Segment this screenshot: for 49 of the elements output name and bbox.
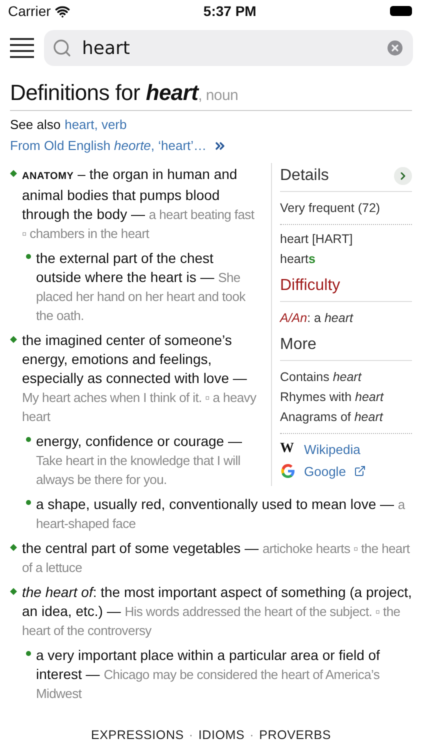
bullet-icon <box>26 500 31 505</box>
search-input[interactable]: heart <box>82 38 375 58</box>
diamond-bullet-icon <box>10 544 17 551</box>
external-link[interactable]: Google <box>304 464 346 478</box>
frequency-text: Very frequent (72) <box>280 200 382 217</box>
google-logo-icon <box>280 463 296 479</box>
clear-icon[interactable] <box>385 38 405 58</box>
difficulty-heading: Difficulty <box>280 277 340 295</box>
definition-text: the imagined center of someone’s energy, emotions and feelings, especially as connected with love — My heart aches when I think of it. ▫ a heavy heart <box>22 331 258 426</box>
wifi-icon <box>54 4 70 18</box>
definition-text: a very important place within a particular area or field of interest — Chicago may be considered the heart of America’s Midwest <box>36 646 381 703</box>
menu-button[interactable] <box>10 38 34 58</box>
diamond-bullet-icon <box>10 170 17 177</box>
battery-icon <box>390 6 412 16</box>
bullet-icon <box>26 437 31 442</box>
more-link[interactable]: Contains heart <box>280 367 412 387</box>
article-text: A/An: a heart <box>280 310 354 327</box>
definition-text: the central part of some vegetables — artichoke hearts ▫ the heart of a lettuce <box>22 539 411 577</box>
external-link-icon <box>354 465 366 477</box>
definition-text: energy, confidence or courage — Take heart in the knowledge that I will always be there for you. <box>36 432 243 489</box>
search-field[interactable]: heart <box>44 30 413 66</box>
see-also-label: See also <box>10 117 61 132</box>
definition-text: the heart of: the most important aspect of something (a project, an idea, etc.) — His words addressed the heart of the subject. ▫ the heart of the controversy <box>22 583 412 640</box>
search-icon <box>52 38 72 58</box>
footer-link[interactable]: PROVERBS <box>259 728 331 742</box>
clock-time: 5:37 PM <box>203 3 256 19</box>
footer-link[interactable]: EXPRESSIONS <box>91 728 184 742</box>
external-link[interactable]: Wikipedia <box>304 442 360 456</box>
bullet-icon <box>26 254 31 259</box>
etymology-link[interactable]: From Old English heorte, ‘heart’… <box>10 138 207 153</box>
diamond-bullet-icon <box>10 588 17 595</box>
definition-text: ANATOMY – the organ in human and animal bodies that pumps blood through the body — a heart beating fast ▫ chambers in the heart <box>22 165 256 243</box>
separator-dot: · <box>188 728 194 742</box>
footer-link[interactable]: IDIOMS <box>198 728 245 742</box>
details-expand-button[interactable] <box>394 167 412 185</box>
see-also-link[interactable]: heart, verb <box>64 117 127 132</box>
page-heading: Definitions for heart, noun <box>10 80 412 111</box>
more-link[interactable]: Anagrams of heart <box>280 407 412 427</box>
pronunciation-text: heart [HART] <box>280 231 354 248</box>
diamond-bullet-icon <box>10 336 17 343</box>
bullet-icon <box>26 651 31 656</box>
wikipedia-logo-icon: W <box>280 441 296 457</box>
separator-dot: · <box>250 728 254 742</box>
definition-text: the external part of the chest outside where the heart is — She placed her hand on her heart and took the oath. <box>36 249 246 325</box>
more-link[interactable]: Rhymes with heart <box>280 387 412 407</box>
carrier-label: Carrier <box>8 3 51 19</box>
more-heading: More <box>280 336 316 354</box>
details-heading: Details <box>280 167 329 185</box>
plural-form-text: hearts <box>280 251 316 268</box>
